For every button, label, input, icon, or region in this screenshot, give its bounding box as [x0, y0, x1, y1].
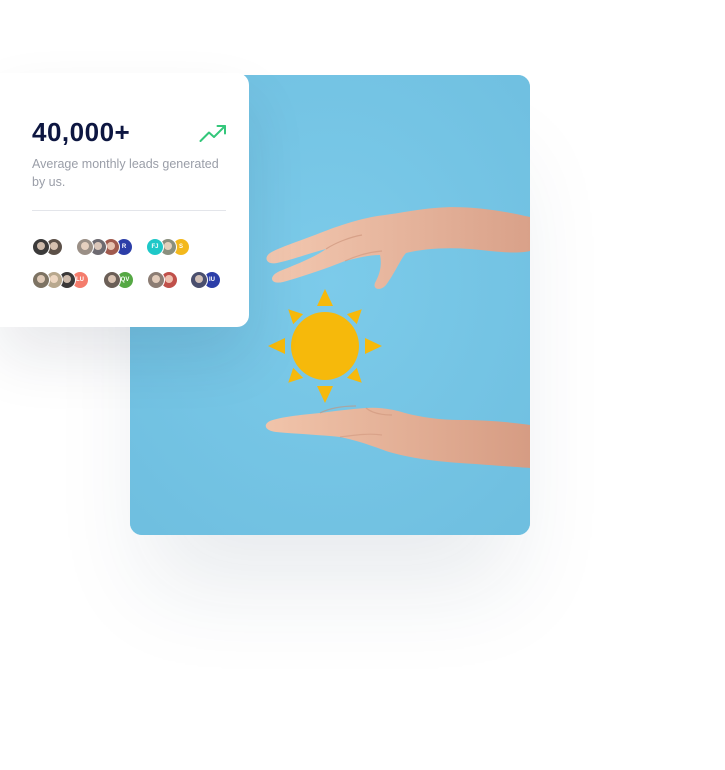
stat-description: Average monthly leads generated by us.	[32, 157, 219, 189]
avatar	[32, 271, 50, 289]
stat-value: 40,000+	[32, 117, 131, 147]
stat-card: 40,000+ Average monthly leads generated …	[0, 73, 249, 327]
avatar	[147, 271, 165, 289]
avatar: FJ	[146, 238, 164, 256]
trending-up-icon	[199, 125, 226, 142]
avatar-group: R	[76, 238, 133, 256]
avatar	[32, 238, 50, 256]
avatar-group	[147, 271, 178, 289]
avatar-group: FJ S	[146, 238, 190, 256]
avatar	[103, 271, 121, 289]
avatar-group: LU	[32, 271, 89, 289]
avatar-group: IU	[190, 271, 221, 289]
avatar	[76, 238, 94, 256]
avatar-group	[32, 238, 63, 256]
avatar	[190, 271, 208, 289]
divider	[32, 210, 226, 211]
avatar-group: QV	[103, 271, 134, 289]
